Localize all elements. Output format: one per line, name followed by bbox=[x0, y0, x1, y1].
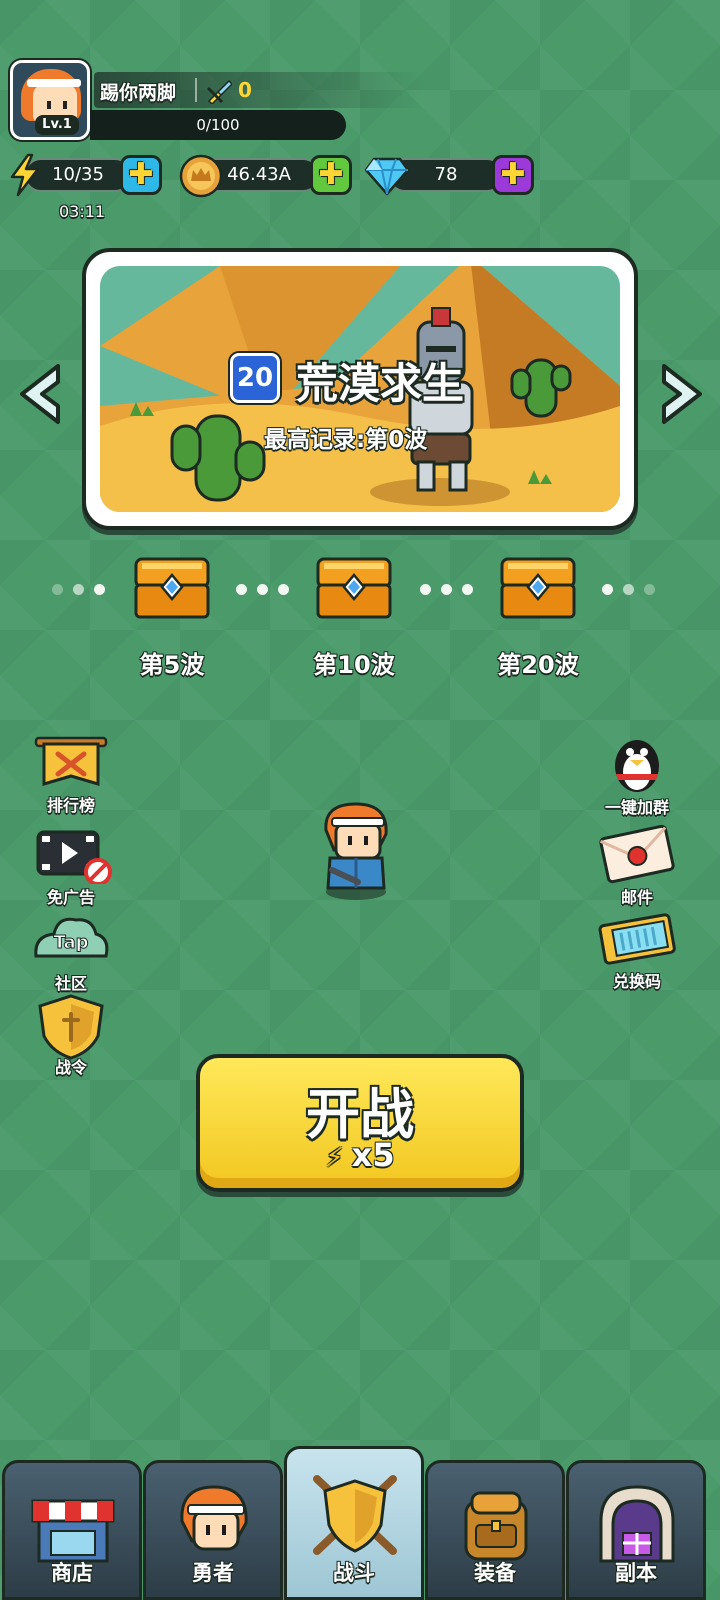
progress-dots bbox=[236, 584, 289, 595]
redeem-code-label: 兑换码 bbox=[612, 972, 661, 991]
energy-timer: 03:11 bbox=[59, 202, 106, 221]
redeem-code-button[interactable]: 兑换码 bbox=[592, 904, 682, 992]
battle-shield-icon bbox=[313, 1475, 397, 1555]
join-group-label: 一键加群 bbox=[604, 798, 669, 817]
join-group-button[interactable]: 一键加群 bbox=[592, 730, 682, 818]
leaderboard-button[interactable]: 排行榜 bbox=[26, 728, 116, 816]
experience-bar: 0/100 bbox=[90, 110, 346, 140]
progress-dots bbox=[420, 584, 473, 595]
dungeon-gate-icon bbox=[599, 1485, 675, 1563]
stage-best-record: 最高记录:第0波 bbox=[264, 427, 428, 453]
combat-power-icon bbox=[206, 79, 232, 104]
tab-hero-label: 勇者 bbox=[192, 1561, 234, 1585]
shop-icon bbox=[31, 1499, 115, 1563]
bottom-navigation: 商店 勇者 战斗 装备 副本 bbox=[0, 1446, 720, 1600]
community-button[interactable]: Tap 社区 bbox=[26, 906, 116, 994]
no-ads-button[interactable]: 免广告 bbox=[26, 820, 116, 908]
tab-shop[interactable]: 商店 bbox=[2, 1460, 142, 1600]
wave-reward-label: 第10波 bbox=[313, 651, 395, 679]
gem-add-button[interactable]: ✚ bbox=[492, 155, 534, 195]
treasure-chest-icon[interactable] bbox=[132, 555, 212, 621]
hero-icon bbox=[180, 1485, 248, 1551]
battle-pass-button[interactable]: 战令 bbox=[26, 990, 116, 1078]
combat-power-value: 0 bbox=[238, 78, 252, 102]
no-ads-film-icon bbox=[36, 830, 112, 886]
leaderboard-label: 排行榜 bbox=[46, 796, 95, 815]
mail-button[interactable]: 邮件 bbox=[592, 820, 682, 908]
stage-title: 荒漠求生 bbox=[296, 359, 465, 408]
tab-battle[interactable]: 战斗 bbox=[284, 1446, 424, 1600]
diamond-icon bbox=[364, 157, 410, 196]
gold-add-button[interactable]: ✚ bbox=[310, 155, 352, 195]
energy-bolt-icon bbox=[10, 153, 40, 197]
tap-community-icon: Tap bbox=[34, 917, 109, 958]
start-battle-cost: ⚡ x5 bbox=[200, 1136, 520, 1174]
wave-reward-label: 第5波 bbox=[139, 651, 205, 679]
progress-dots bbox=[52, 584, 105, 595]
stage-number-badge: 20 bbox=[230, 353, 280, 403]
gold-value: 46.43A bbox=[227, 164, 291, 185]
plus-icon: ✚ bbox=[318, 157, 344, 192]
gold-coin-icon bbox=[179, 154, 223, 198]
qq-penguin-icon bbox=[615, 740, 659, 792]
experience-text: 0/100 bbox=[196, 116, 240, 134]
next-stage-arrow[interactable] bbox=[656, 360, 708, 428]
no-ads-label: 免广告 bbox=[46, 888, 95, 907]
wave-reward-label: 第20波 bbox=[497, 651, 579, 679]
treasure-chest-icon[interactable] bbox=[498, 555, 578, 621]
gem-value: 78 bbox=[434, 164, 458, 185]
previous-stage-arrow[interactable] bbox=[14, 360, 66, 428]
treasure-chest-icon[interactable] bbox=[314, 555, 394, 621]
redeem-ticket-icon bbox=[598, 913, 676, 965]
energy-value: 10/35 bbox=[52, 164, 104, 185]
plus-icon: ✚ bbox=[500, 157, 526, 192]
tab-hero[interactable]: 勇者 bbox=[143, 1460, 283, 1600]
mail-envelope-icon bbox=[599, 824, 675, 884]
player-name: 踢你两脚 bbox=[100, 82, 177, 104]
tab-dungeon-label: 副本 bbox=[615, 1561, 657, 1585]
tab-equipment-label: 装备 bbox=[474, 1561, 516, 1585]
tab-dungeon[interactable]: 副本 bbox=[566, 1460, 706, 1600]
player-avatar[interactable]: Lv.1 bbox=[10, 60, 90, 140]
battle-pass-label: 战令 bbox=[54, 1058, 87, 1077]
hero-character bbox=[324, 802, 388, 900]
start-battle-cost-value: x5 bbox=[351, 1136, 395, 1174]
tab-shop-label: 商店 bbox=[51, 1561, 93, 1585]
name-divider bbox=[195, 78, 197, 102]
backpack-icon bbox=[464, 1491, 528, 1561]
svg-text:Tap: Tap bbox=[54, 932, 89, 953]
tab-battle-label: 战斗 bbox=[333, 1561, 375, 1585]
energy-add-button[interactable]: ✚ bbox=[120, 155, 162, 195]
energy-bolt-icon: ⚡ bbox=[325, 1143, 344, 1173]
start-battle-button[interactable]: 开战 ⚡ x5 bbox=[196, 1054, 524, 1192]
player-level: Lv.1 bbox=[35, 115, 79, 135]
tab-equipment[interactable]: 装备 bbox=[425, 1460, 565, 1600]
battle-pass-shield-icon bbox=[38, 994, 104, 1060]
plus-icon: ✚ bbox=[128, 157, 154, 192]
leaderboard-banner-icon bbox=[34, 736, 108, 787]
progress-dots bbox=[602, 584, 655, 595]
